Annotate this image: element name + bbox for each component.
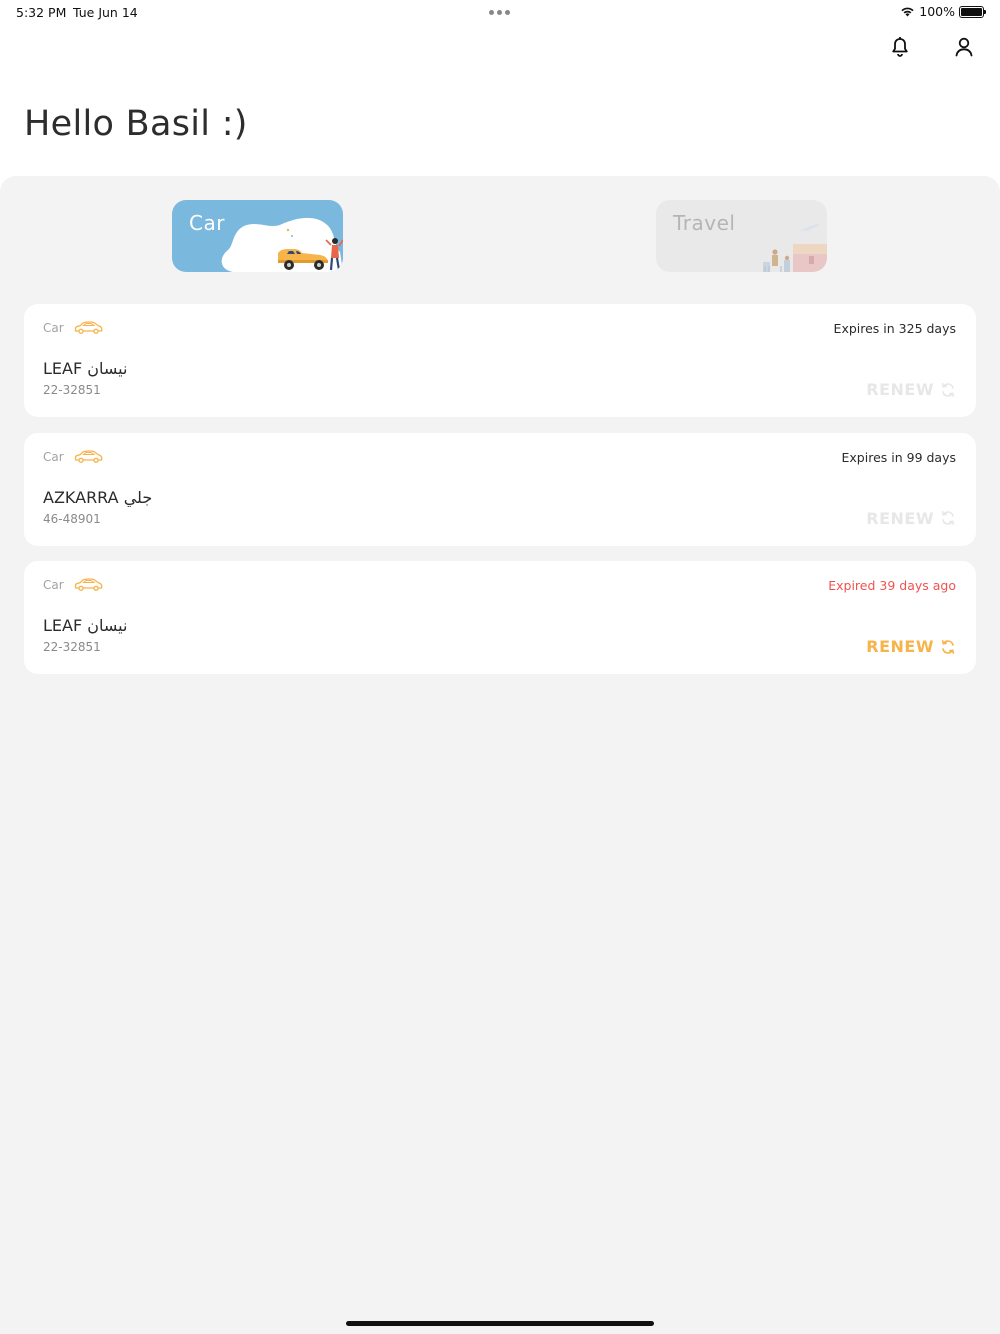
- category-label: Travel: [673, 211, 736, 235]
- policy-card[interactable]: Car Expired 39 days ago LEAF نيسان 22-32…: [24, 561, 976, 674]
- user-icon[interactable]: [954, 36, 974, 58]
- bell-icon[interactable]: [890, 36, 910, 58]
- expiry-status: Expires in 99 days: [841, 449, 957, 465]
- vehicle-name: LEAF نيسان: [43, 359, 128, 378]
- policy-type-label: Car: [43, 578, 64, 592]
- policy-card[interactable]: Car Expires in 325 days LEAF نيسان 22-32…: [24, 304, 976, 417]
- refresh-icon: [941, 382, 955, 397]
- policy-list: Car Expires in 325 days LEAF نيسان 22-32…: [24, 304, 976, 690]
- battery-percent: 100%: [919, 4, 955, 19]
- car-illustration-icon: [221, 217, 343, 272]
- status-time: 5:32 PM: [16, 5, 67, 20]
- vehicle-name: LEAF نيسان: [43, 616, 128, 635]
- status-indicators: 100%: [900, 4, 986, 19]
- wifi-icon: [901, 7, 914, 17]
- policy-type-label: Car: [43, 321, 64, 335]
- renew-label: RENEW: [866, 508, 934, 528]
- renew-button[interactable]: RENEW: [866, 380, 956, 399]
- policy-type-label: Car: [43, 449, 64, 464]
- travel-illustration-icon: [763, 224, 827, 272]
- plate-number: 22-32851: [43, 640, 101, 654]
- battery-icon: [959, 5, 986, 18]
- car-icon: [74, 449, 103, 463]
- policy-card[interactable]: Car Expires in 99 days AZKARRA جلي 46-48…: [24, 432, 976, 546]
- expiry-status: Expired 39 days ago: [828, 578, 956, 593]
- renew-label: RENEW: [866, 637, 934, 656]
- home-indicator[interactable]: [346, 1321, 654, 1326]
- header-actions: [890, 36, 974, 58]
- renew-label: RENEW: [866, 380, 934, 399]
- multitasking-dots-icon[interactable]: [489, 10, 510, 15]
- car-icon: [74, 578, 103, 591]
- plate-number: 46-48901: [43, 511, 101, 526]
- renew-button[interactable]: RENEW: [866, 509, 956, 528]
- refresh-icon: [941, 639, 955, 654]
- plate-number: 22-32851: [43, 383, 101, 397]
- category-travel-tab[interactable]: Travel: [656, 200, 827, 272]
- refresh-icon: [941, 511, 955, 525]
- renew-button[interactable]: RENEW: [866, 637, 956, 656]
- car-icon: [74, 321, 103, 334]
- vehicle-name: AZKARRA جلي: [43, 487, 153, 507]
- status-date: Tue Jun 14: [73, 5, 138, 20]
- status-bar: 5:32 PM Tue Jun 14 100%: [0, 0, 1000, 26]
- category-car-tab[interactable]: Car: [172, 200, 343, 272]
- greeting-title: Hello Basil :): [24, 104, 248, 144]
- expiry-status: Expires in 325 days: [833, 321, 956, 336]
- main-content: Car Travel Car Expires in 325 days LEAF …: [0, 176, 1000, 1334]
